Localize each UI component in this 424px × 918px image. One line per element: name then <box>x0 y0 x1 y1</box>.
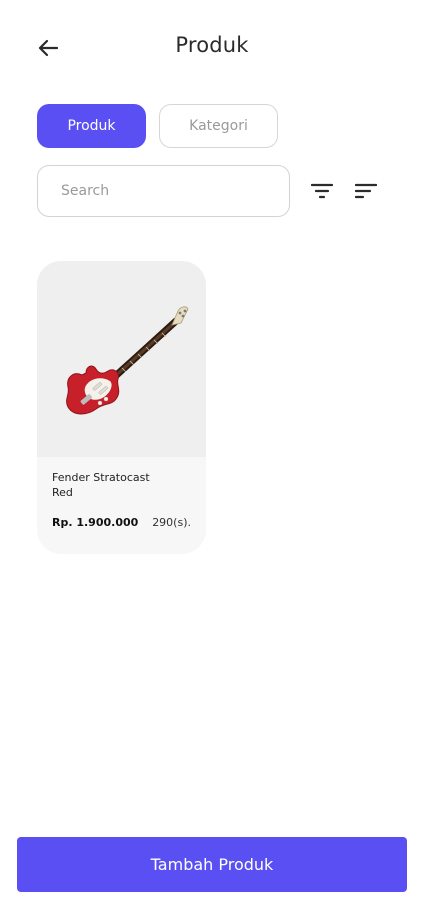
app-header: Produk <box>0 0 424 96</box>
filter-button[interactable] <box>309 179 335 203</box>
filter-icon <box>311 183 333 199</box>
product-stock: 290(s). <box>152 516 191 529</box>
sort-button[interactable] <box>353 179 379 203</box>
tab-bar: Produk Kategori <box>37 104 278 148</box>
add-product-button[interactable]: Tambah Produk <box>17 837 407 892</box>
tab-kategori[interactable]: Kategori <box>159 104 278 148</box>
tab-produk[interactable]: Produk <box>37 104 146 148</box>
search-box <box>37 165 290 217</box>
search-input[interactable] <box>38 166 289 216</box>
product-card[interactable]: Fender Stratocast Red Rp. 1.900.000 290(… <box>37 261 206 554</box>
search-row <box>37 165 387 217</box>
electric-guitar-image <box>65 306 188 415</box>
product-meta: Rp. 1.900.000 290(s). <box>52 516 191 529</box>
product-image <box>37 261 206 457</box>
product-price: Rp. 1.900.000 <box>52 516 139 529</box>
product-name: Fender Stratocast Red <box>52 471 150 499</box>
product-info: Fender Stratocast Red Rp. 1.900.000 290(… <box>37 457 206 529</box>
sort-icon <box>355 183 377 199</box>
page-title: Produk <box>175 33 249 57</box>
